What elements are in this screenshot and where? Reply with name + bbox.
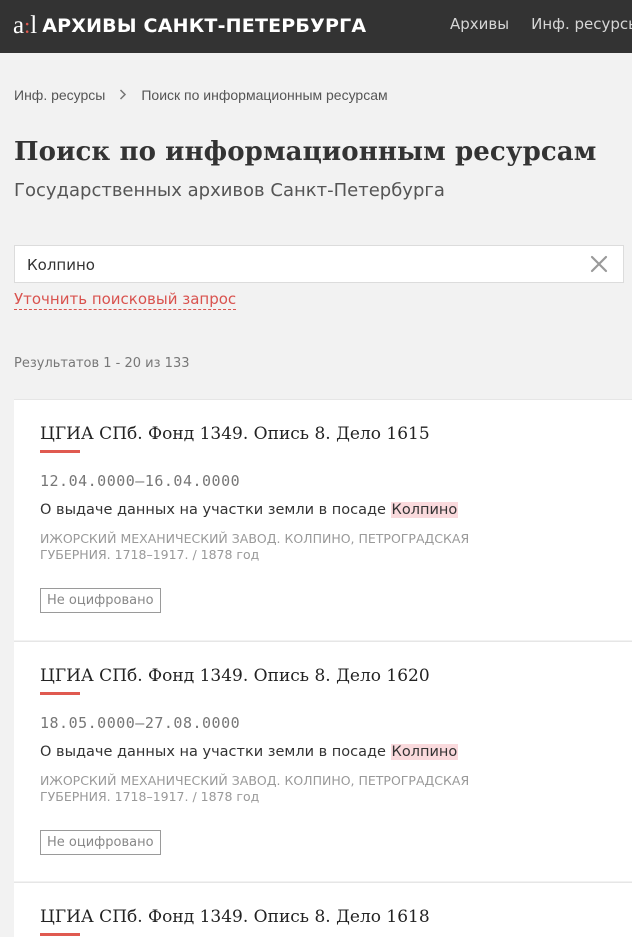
result-title-link[interactable]: ЦГИА СПб. Фонд 1349. Опись 8. Дело 1618 — [40, 907, 430, 927]
results-count: Результатов 1 - 20 из 133 — [14, 356, 190, 371]
result-card: ЦГИА СПб. Фонд 1349. Опись 8. Дело 1620 … — [14, 641, 632, 881]
page-subtitle: Государственных архивов Санкт-Петербурга — [14, 180, 445, 201]
chevron-right-icon — [119, 87, 127, 103]
search-highlight: Колпино — [390, 502, 459, 518]
site-logo[interactable]: a:l АРХИВЫ САНКТ-ПЕТЕРБУРГА — [13, 11, 366, 41]
result-title-link[interactable]: ЦГИА СПб. Фонд 1349. Опись 8. Дело 1620 — [40, 666, 430, 686]
result-card: ЦГИА СПб. Фонд 1349. Опись 8. Дело 1615 … — [14, 399, 632, 640]
result-title-link[interactable]: ЦГИА СПб. Фонд 1349. Опись 8. Дело 1615 — [40, 424, 430, 444]
result-dates: 18.05.0000–27.08.0000 — [40, 714, 241, 732]
title-underline — [40, 692, 80, 695]
search-box — [14, 245, 624, 283]
search-input[interactable] — [27, 254, 567, 276]
result-card: ЦГИА СПб. Фонд 1349. Опись 8. Дело 1618 — [14, 882, 632, 937]
nav-item-info-resources[interactable]: Инф. ресурсы — [531, 15, 632, 33]
result-dates: 12.04.0000–16.04.0000 — [40, 472, 241, 490]
breadcrumb-item-current: Поиск по информационным ресурсам — [141, 87, 388, 103]
logo-text: АРХИВЫ САНКТ-ПЕТЕРБУРГА — [42, 15, 367, 37]
status-badge: Не оцифровано — [40, 588, 161, 613]
logo-mark: a:l — [13, 12, 37, 39]
nav-item-archives[interactable]: Архивы — [450, 15, 509, 33]
breadcrumb-item-info-resources[interactable]: Инф. ресурсы — [14, 87, 105, 103]
title-underline — [40, 450, 80, 453]
status-badge: Не оцифровано — [40, 830, 161, 855]
close-icon[interactable] — [589, 254, 609, 274]
refine-search-link[interactable]: Уточнить поисковый запрос — [14, 290, 237, 310]
main-nav: Архивы Инф. ресурсы — [450, 15, 632, 33]
breadcrumb: Инф. ресурсы Поиск по информационным рес… — [14, 87, 388, 103]
result-meta: ИЖОРСКИЙ МЕХАНИЧЕСКИЙ ЗАВОД. КОЛПИНО, ПЕ… — [40, 531, 470, 562]
title-underline — [40, 933, 80, 936]
result-description: О выдаче данных на участки земли в посад… — [40, 502, 459, 518]
page-title: Поиск по информационным ресурсам — [14, 137, 597, 167]
result-description: О выдаче данных на участки земли в посад… — [40, 744, 459, 760]
site-header: a:l АРХИВЫ САНКТ-ПЕТЕРБУРГА Архивы Инф. … — [0, 0, 632, 53]
result-meta: ИЖОРСКИЙ МЕХАНИЧЕСКИЙ ЗАВОД. КОЛПИНО, ПЕ… — [40, 773, 470, 804]
search-highlight: Колпино — [390, 744, 459, 760]
